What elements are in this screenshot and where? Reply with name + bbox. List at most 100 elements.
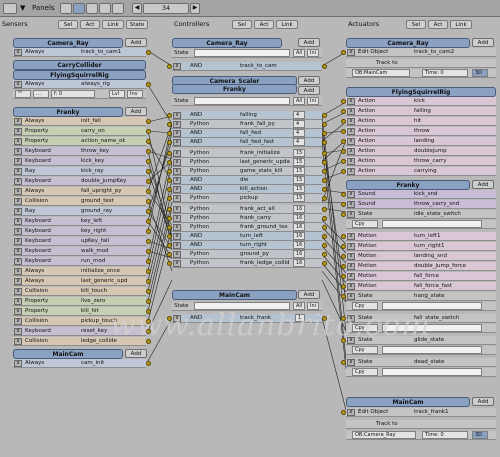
controller-output-dot[interactable] — [322, 243, 327, 248]
sensor-link-dot[interactable] — [146, 179, 151, 184]
actuators-link-button[interactable]: Link — [450, 20, 472, 29]
controller-output-dot[interactable] — [322, 131, 327, 136]
controller-state-number[interactable]: 15 — [293, 149, 305, 157]
controller-state-number[interactable]: 16 — [293, 205, 305, 213]
delete-icon[interactable]: x — [347, 293, 355, 300]
sensor-row[interactable]: x Collision ground_test — [13, 197, 146, 206]
delete-icon[interactable]: x — [347, 118, 355, 125]
actuator-row[interactable]: x Motion turn_left1 — [346, 232, 496, 241]
delete-icon[interactable]: x — [173, 168, 181, 175]
actuator-row[interactable]: x Motion landing_snd — [346, 252, 496, 261]
frame-number-field[interactable]: 34 — [143, 3, 189, 14]
sensor-link-dot[interactable] — [146, 269, 151, 274]
controller-output-dot[interactable] — [322, 216, 327, 221]
sensor-link-dot[interactable] — [146, 239, 151, 244]
sensor-row[interactable]: x Always last_generic_upd — [13, 277, 146, 286]
delete-icon[interactable]: x — [14, 158, 22, 165]
delete-icon[interactable]: x — [347, 138, 355, 145]
sensor-object-header[interactable]: FlyingSquirrelRig — [13, 70, 146, 80]
logic-button[interactable] — [73, 3, 85, 14]
sensor-link-dot[interactable] — [146, 149, 151, 154]
delete-icon[interactable]: x — [14, 258, 22, 265]
actuator-row[interactable]: x Action throw_carry — [346, 157, 496, 166]
sensor-link-dot[interactable] — [146, 309, 151, 314]
add-sensor-button[interactable]: Add — [125, 38, 147, 47]
invert-button[interactable]: Inv — [127, 90, 143, 98]
delete-icon[interactable]: x — [347, 191, 355, 198]
actuator-object-header[interactable]: MainCam — [346, 397, 470, 407]
sensor-link-dot[interactable] — [146, 329, 151, 334]
actuator-row[interactable]: x State dead_state — [346, 358, 496, 367]
delete-icon[interactable]: x — [347, 98, 355, 105]
delete-icon[interactable]: x — [347, 108, 355, 115]
sensor-link-dot[interactable] — [146, 259, 151, 264]
delete-icon[interactable]: x — [347, 243, 355, 250]
delete-icon[interactable]: x — [14, 49, 22, 56]
time-field[interactable]: Time: 0 — [422, 431, 468, 439]
delete-icon[interactable]: x — [347, 359, 355, 366]
controller-input-dot[interactable] — [167, 252, 172, 257]
scene-button[interactable] — [99, 3, 111, 14]
controller-state-number[interactable]: 16 — [293, 259, 305, 267]
pulse-false-button[interactable]: … — [33, 90, 49, 98]
copy-button[interactable]: Cpy — [352, 368, 378, 376]
delete-icon[interactable]: x — [14, 188, 22, 195]
controller-state-number[interactable]: 15 — [293, 194, 305, 202]
sensor-object-header[interactable]: Franky — [13, 107, 123, 117]
delete-icon[interactable]: x — [14, 248, 22, 255]
delete-icon[interactable]: x — [14, 338, 22, 345]
link-dot[interactable] — [146, 361, 151, 366]
delete-icon[interactable]: x — [173, 130, 181, 137]
actuator-object-header[interactable]: Camera_Ray — [346, 38, 470, 48]
frequency-field[interactable]: f: 0 — [51, 90, 95, 98]
link-dot[interactable] — [322, 64, 327, 69]
actuator-link-dot[interactable] — [341, 244, 346, 249]
sensor-link-dot[interactable] — [146, 289, 151, 294]
controller-output-dot[interactable] — [322, 122, 327, 127]
controller-output-dot[interactable] — [322, 196, 327, 201]
delete-icon[interactable]: x — [173, 150, 181, 157]
controller-row[interactable]: x Python frank_fall_py 4 — [172, 120, 322, 129]
delete-icon[interactable]: x — [14, 288, 22, 295]
delete-icon[interactable]: x — [347, 148, 355, 155]
controller-input-dot[interactable] — [167, 187, 172, 192]
delete-icon[interactable]: x — [347, 49, 355, 56]
actuator-link-dot[interactable] — [341, 159, 346, 164]
add-controller-button[interactable]: Add — [298, 290, 320, 299]
delete-icon[interactable]: x — [347, 263, 355, 270]
delete-icon[interactable]: x — [173, 121, 181, 128]
delete-icon[interactable]: x — [173, 159, 181, 166]
controller-row[interactable]: x Python ground_py 16 — [172, 250, 322, 259]
delete-icon[interactable]: x — [173, 260, 181, 267]
delete-icon[interactable]: x — [173, 177, 181, 184]
controller-output-dot[interactable] — [322, 225, 327, 230]
actuator-link-dot[interactable] — [341, 109, 346, 114]
sensor-row[interactable]: x Keyboard throw_key — [13, 147, 146, 156]
link-dot[interactable] — [341, 50, 346, 55]
controller-output-dot[interactable] — [322, 207, 327, 212]
sensor-row[interactable]: x Keyboard kick_key — [13, 157, 146, 166]
menu-toggle-icon[interactable]: ▼ — [20, 3, 25, 14]
controller-input-dot[interactable] — [167, 151, 172, 156]
delete-icon[interactable]: x — [14, 81, 22, 88]
actuator-link-dot[interactable] — [341, 294, 346, 299]
level-button[interactable]: Lvl — [109, 90, 125, 98]
all-states-button[interactable]: All — [293, 97, 305, 105]
delete-icon[interactable]: x — [14, 218, 22, 225]
sensor-link-dot[interactable] — [146, 299, 151, 304]
controllers-sel-button[interactable]: Sel — [232, 20, 252, 29]
delete-icon[interactable]: x — [173, 63, 181, 70]
actuator-row[interactable]: x Action doublejump — [346, 147, 496, 156]
target-object-field[interactable]: OB:Camera_Ray — [352, 431, 416, 439]
actuator-link-dot[interactable] — [341, 284, 346, 289]
sensor-row[interactable]: x Always fall_upright_py — [13, 187, 146, 196]
actuator-link-dot[interactable] — [341, 316, 346, 321]
controller-row[interactable]: x AND die 15 — [172, 176, 322, 185]
actuator-link-dot[interactable] — [341, 99, 346, 104]
delete-icon[interactable]: x — [14, 360, 22, 367]
sensors-act-button[interactable]: Act — [80, 20, 100, 29]
track-to-row[interactable]: Track to — [346, 59, 496, 68]
sensor-row[interactable]: x Always track_to_cam1 — [13, 48, 146, 57]
controller-input-dot[interactable] — [167, 261, 172, 266]
controller-state-number[interactable]: 15 — [293, 176, 305, 184]
